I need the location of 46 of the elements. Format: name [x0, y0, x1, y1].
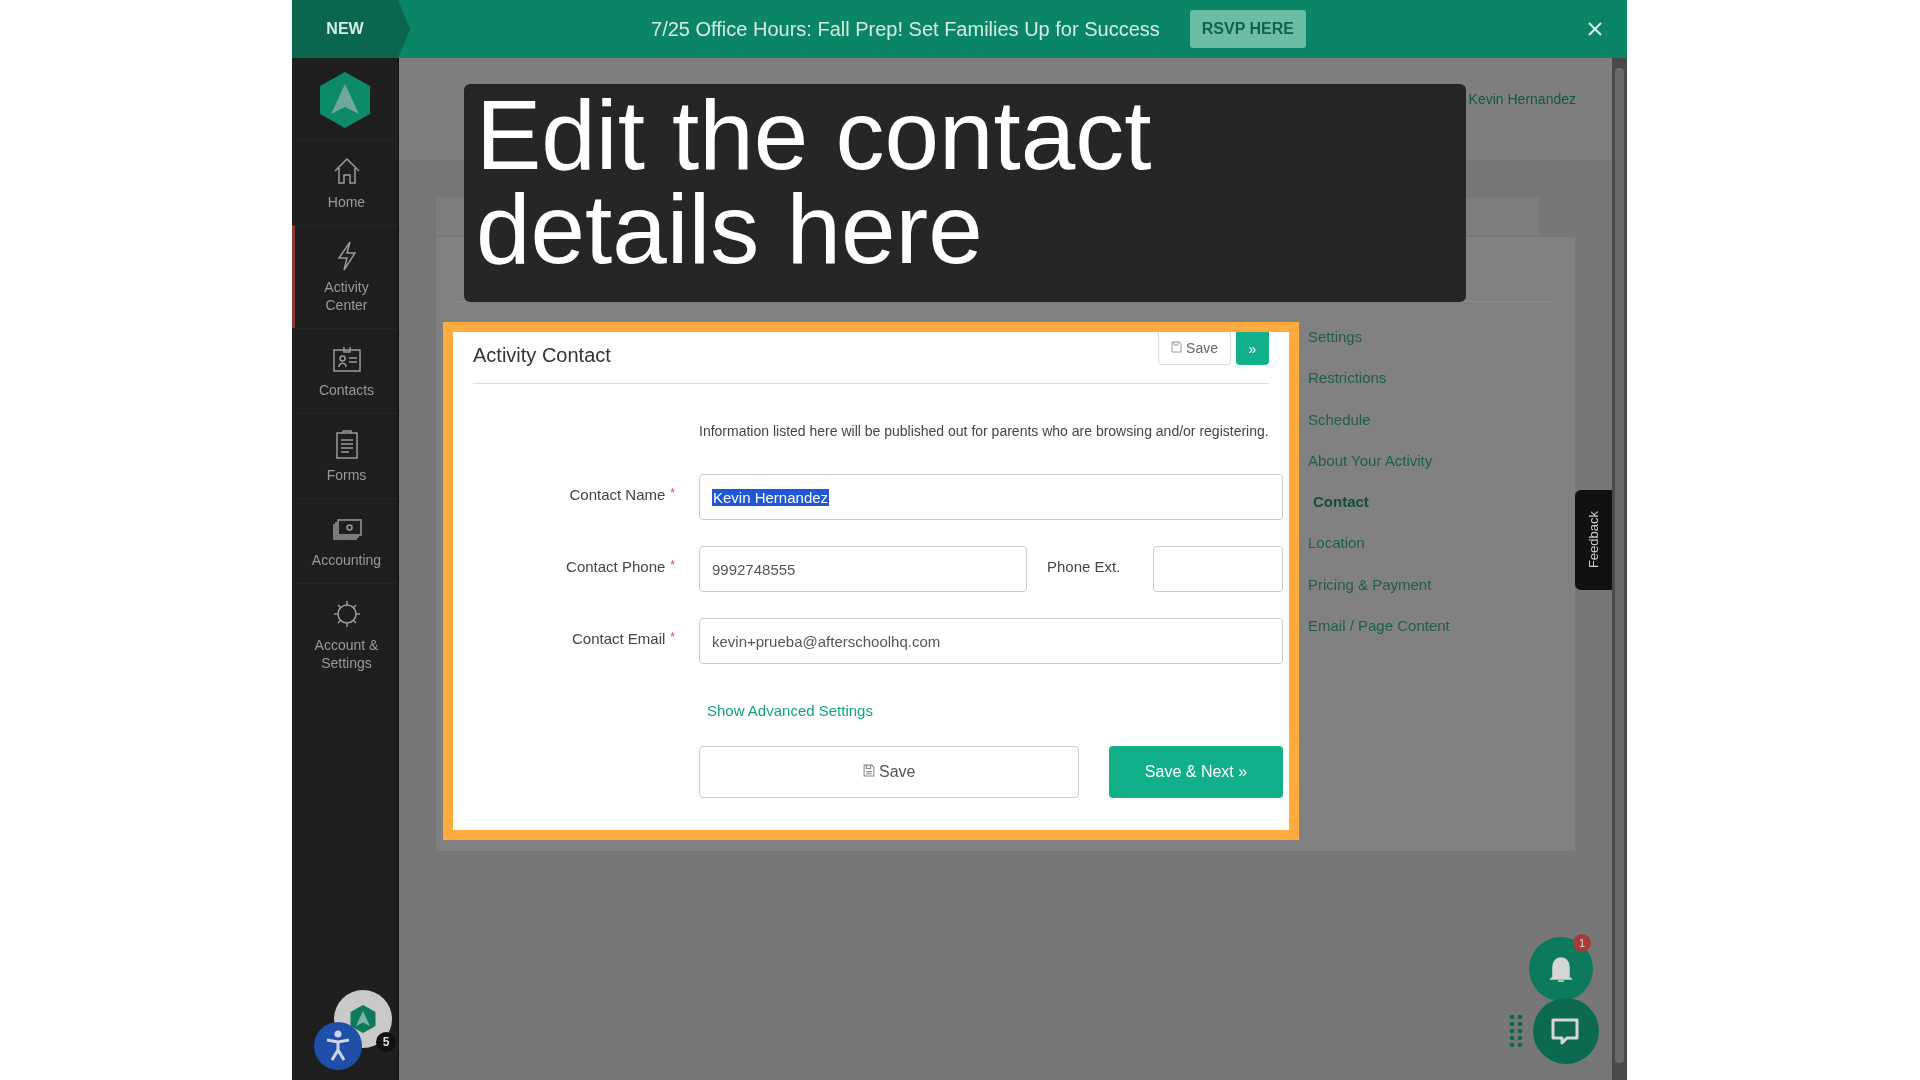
input-field[interactable]: Kevin Hernandez — [699, 474, 1283, 520]
notification-badge: 1 — [1573, 934, 1591, 952]
save-button[interactable]: Save — [1158, 332, 1231, 365]
save-next-button[interactable]: Save & Next » — [1109, 746, 1283, 798]
info-text: Information listed here will be published out for parents who are browsing and/or registering. — [699, 422, 1270, 441]
section-link[interactable]: Location — [1308, 534, 1450, 576]
advanced-settings-link[interactable]: Show Advanced Settings — [707, 701, 1283, 719]
feedback-tab[interactable]: Feedback — [1575, 490, 1612, 590]
section-link[interactable]: Contact — [1308, 493, 1450, 535]
user-link[interactable]: Kevin Hernandez — [1468, 91, 1576, 107]
field-label: Phone Ext. — [1047, 557, 1122, 575]
section-link[interactable]: About Your Activity — [1308, 451, 1450, 494]
caption-text: Edit the contact details here — [476, 88, 1153, 276]
next-button[interactable]: » — [1236, 332, 1269, 365]
sidebar-item[interactable]: Forms — [292, 413, 398, 498]
input-field[interactable]: kevin+prueba@afterschoolhq.com — [699, 618, 1283, 664]
bell-icon[interactable] — [1529, 937, 1593, 1001]
section-link[interactable]: Schedule — [1308, 410, 1450, 452]
rsvp-button[interactable]: RSVP HERE — [1189, 10, 1306, 48]
sidebar-item[interactable]: Accounting — [292, 498, 398, 583]
field-label: Contact Email — [571, 630, 666, 647]
sidebar-item[interactable]: Home — [292, 140, 398, 225]
scrollbar[interactable] — [1612, 58, 1627, 1080]
sidebar-item[interactable]: Account & Settings — [292, 583, 398, 686]
section-title: Activity Contact — [473, 344, 611, 368]
save-button[interactable]: Save — [699, 746, 1079, 798]
section-link[interactable]: Email / Page Content — [1308, 617, 1450, 659]
required-mark: * — [670, 558, 675, 572]
field-label: Contact Name — [569, 486, 666, 503]
input-field[interactable] — [1153, 546, 1283, 592]
drag-handle-icon[interactable] — [1509, 1014, 1523, 1048]
input-field[interactable]: 9992748555 — [699, 546, 1027, 592]
required-mark: * — [670, 630, 675, 644]
logo-icon — [317, 70, 373, 130]
new-tag: NEW — [292, 0, 398, 58]
chat-icon[interactable] — [1533, 998, 1599, 1064]
section-link[interactable]: Restrictions — [1308, 369, 1450, 411]
close-icon[interactable] — [1587, 21, 1603, 37]
accessibility-icon[interactable] — [314, 1022, 362, 1070]
sidebar-item[interactable]: Contacts — [292, 328, 398, 413]
announcement-text: 7/25 Office Hours: Fall Prep! Set Families Up for Success — [651, 17, 1160, 41]
count-badge: 5 — [376, 1032, 396, 1052]
required-mark: * — [670, 486, 675, 500]
section-link[interactable]: Settings — [1308, 328, 1450, 370]
field-label: Contact Phone — [566, 558, 666, 575]
section-link[interactable]: Pricing & Payment — [1308, 575, 1450, 618]
